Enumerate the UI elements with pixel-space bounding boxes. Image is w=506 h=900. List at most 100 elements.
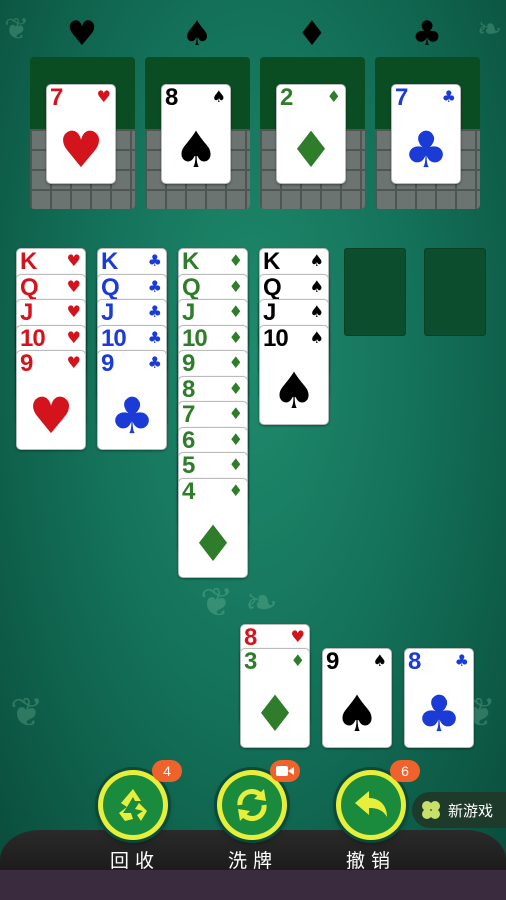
card-suit-icon: ♠: [211, 87, 226, 106]
card-center-suit-icon: ♠: [334, 685, 380, 743]
card-suit-icon: ♣: [147, 276, 162, 296]
waste-card[interactable]: 9 ♠ ♠: [322, 648, 392, 748]
waste-card[interactable]: 8 ♣ ♣: [404, 648, 474, 748]
video-badge: [270, 760, 300, 782]
heart-icon: ♥: [66, 14, 98, 54]
card-center-suit-icon: ♥: [28, 387, 74, 445]
card-rank: 9: [326, 648, 339, 675]
tableau-card[interactable]: 10 ♠ ♠: [259, 324, 329, 425]
card-suit-icon: ♥: [66, 327, 81, 347]
card-rank: 9: [182, 350, 195, 377]
card-suit-icon: ♣: [147, 353, 162, 372]
shuffle-icon: [237, 789, 267, 821]
new-game-button[interactable]: 新游戏: [412, 792, 506, 828]
card-rank: 6: [182, 426, 195, 454]
card-rank: Q: [101, 273, 120, 301]
undo-count-badge: 6: [390, 760, 420, 782]
card-rank: J: [20, 299, 33, 326]
card-suit-icon: ♣: [454, 651, 469, 670]
card-rank: 7: [182, 401, 195, 428]
empty-tableau-slot[interactable]: [344, 248, 406, 336]
card-center-suit-icon: ♠: [173, 121, 219, 179]
card-suit-icon: ♠: [309, 251, 324, 270]
card-rank: K: [182, 248, 199, 275]
foundation-card[interactable]: 7 ♥ ♥: [46, 84, 116, 184]
ornament-top-right: ❧: [476, 13, 502, 46]
diamond-icon: ♦: [296, 14, 328, 54]
card-suit-icon: ♦: [228, 480, 243, 500]
undo-arrow-icon: [355, 791, 387, 817]
card-suit-icon: ♣: [441, 87, 456, 106]
card-rank: 8: [165, 84, 178, 111]
card-suit-icon: ♣: [147, 251, 162, 270]
spade-icon: ♠: [181, 14, 213, 54]
card-suit-icon: ♥: [66, 251, 81, 270]
card-center-suit-icon: ♦: [288, 121, 334, 179]
card-rank: K: [20, 248, 37, 275]
card-suit-icon: ♦: [228, 429, 243, 449]
card-suit-icon: ♣: [147, 327, 162, 347]
tableau-card[interactable]: 4 ♦ ♦: [178, 477, 248, 578]
card-suit-icon: ♦: [228, 276, 243, 296]
stock-card[interactable]: 3 ♦ ♦: [240, 648, 310, 748]
card-rank: 8: [408, 648, 421, 675]
card-rank: Q: [182, 273, 201, 301]
card-rank: 3: [244, 648, 257, 675]
card-suit-icon: ♠: [309, 276, 324, 296]
card-suit-icon: ♥: [96, 87, 111, 106]
card-rank: J: [263, 299, 276, 326]
card-suit-icon: ♥: [66, 353, 81, 372]
undo-label: 撤销: [345, 851, 396, 872]
card-rank: 10: [101, 324, 127, 352]
recycle-count-badge: 4: [152, 760, 182, 782]
ornament-center: ❦ ❧: [200, 581, 279, 625]
card-rank: 9: [101, 350, 114, 377]
card-suit-icon: ♠: [372, 651, 387, 670]
card-rank: 9: [20, 350, 33, 377]
card-suit-icon: ♥: [66, 302, 81, 321]
tableau-card[interactable]: 9 ♥ ♥: [16, 350, 86, 450]
card-center-suit-icon: ♣: [109, 387, 155, 445]
card-suit-icon: ♦: [228, 353, 243, 372]
card-suit-icon: ♦: [228, 327, 243, 347]
empty-tableau-slot[interactable]: [424, 248, 486, 336]
foundation-card[interactable]: 8 ♠ ♠: [161, 84, 231, 184]
recycle-label: 回收: [109, 851, 160, 872]
card-suit-icon: ♦: [228, 251, 243, 270]
card-rank: 10: [20, 324, 46, 352]
card-suit-icon: ♦: [228, 455, 243, 474]
card-center-suit-icon: ♦: [190, 514, 236, 573]
card-rank: 4: [182, 477, 195, 505]
club-icon: ♣: [411, 14, 443, 54]
card-suit-icon: ♦: [228, 378, 243, 398]
card-suit-icon: ♠: [309, 302, 324, 321]
card-rank: K: [263, 248, 280, 275]
card-suit-icon: ♦: [326, 87, 341, 106]
card-rank: 5: [182, 452, 195, 479]
card-rank: K: [101, 248, 118, 275]
card-rank: 2: [280, 84, 293, 111]
card-rank: 8: [182, 375, 195, 403]
new-game-label: 新游戏: [448, 802, 494, 820]
card-suit-icon: ♦: [290, 651, 305, 670]
card-center-suit-icon: ♣: [403, 121, 449, 179]
card-rank: Q: [20, 273, 39, 301]
ornament-top-left: ❦: [4, 13, 30, 46]
card-rank: J: [182, 299, 195, 326]
foundation-card[interactable]: 7 ♣ ♣: [391, 84, 461, 184]
card-suit-icon: ♠: [309, 327, 324, 347]
card-suit-icon: ♣: [147, 302, 162, 321]
card-center-suit-icon: ♠: [271, 361, 317, 420]
card-rank: J: [101, 299, 114, 326]
tableau-card[interactable]: 9 ♣ ♣: [97, 350, 167, 450]
card-rank: Q: [263, 273, 282, 301]
video-icon: [276, 766, 294, 776]
card-rank: 7: [50, 84, 63, 111]
shuffle-label: 洗牌: [227, 851, 278, 872]
foundation-card[interactable]: 2 ♦ ♦: [276, 84, 346, 184]
clover-icon: [422, 801, 440, 819]
ornament-left: ❦: [10, 691, 44, 735]
card-suit-icon: ♦: [228, 302, 243, 321]
card-center-suit-icon: ♣: [416, 685, 462, 743]
card-rank: 10: [263, 324, 289, 352]
